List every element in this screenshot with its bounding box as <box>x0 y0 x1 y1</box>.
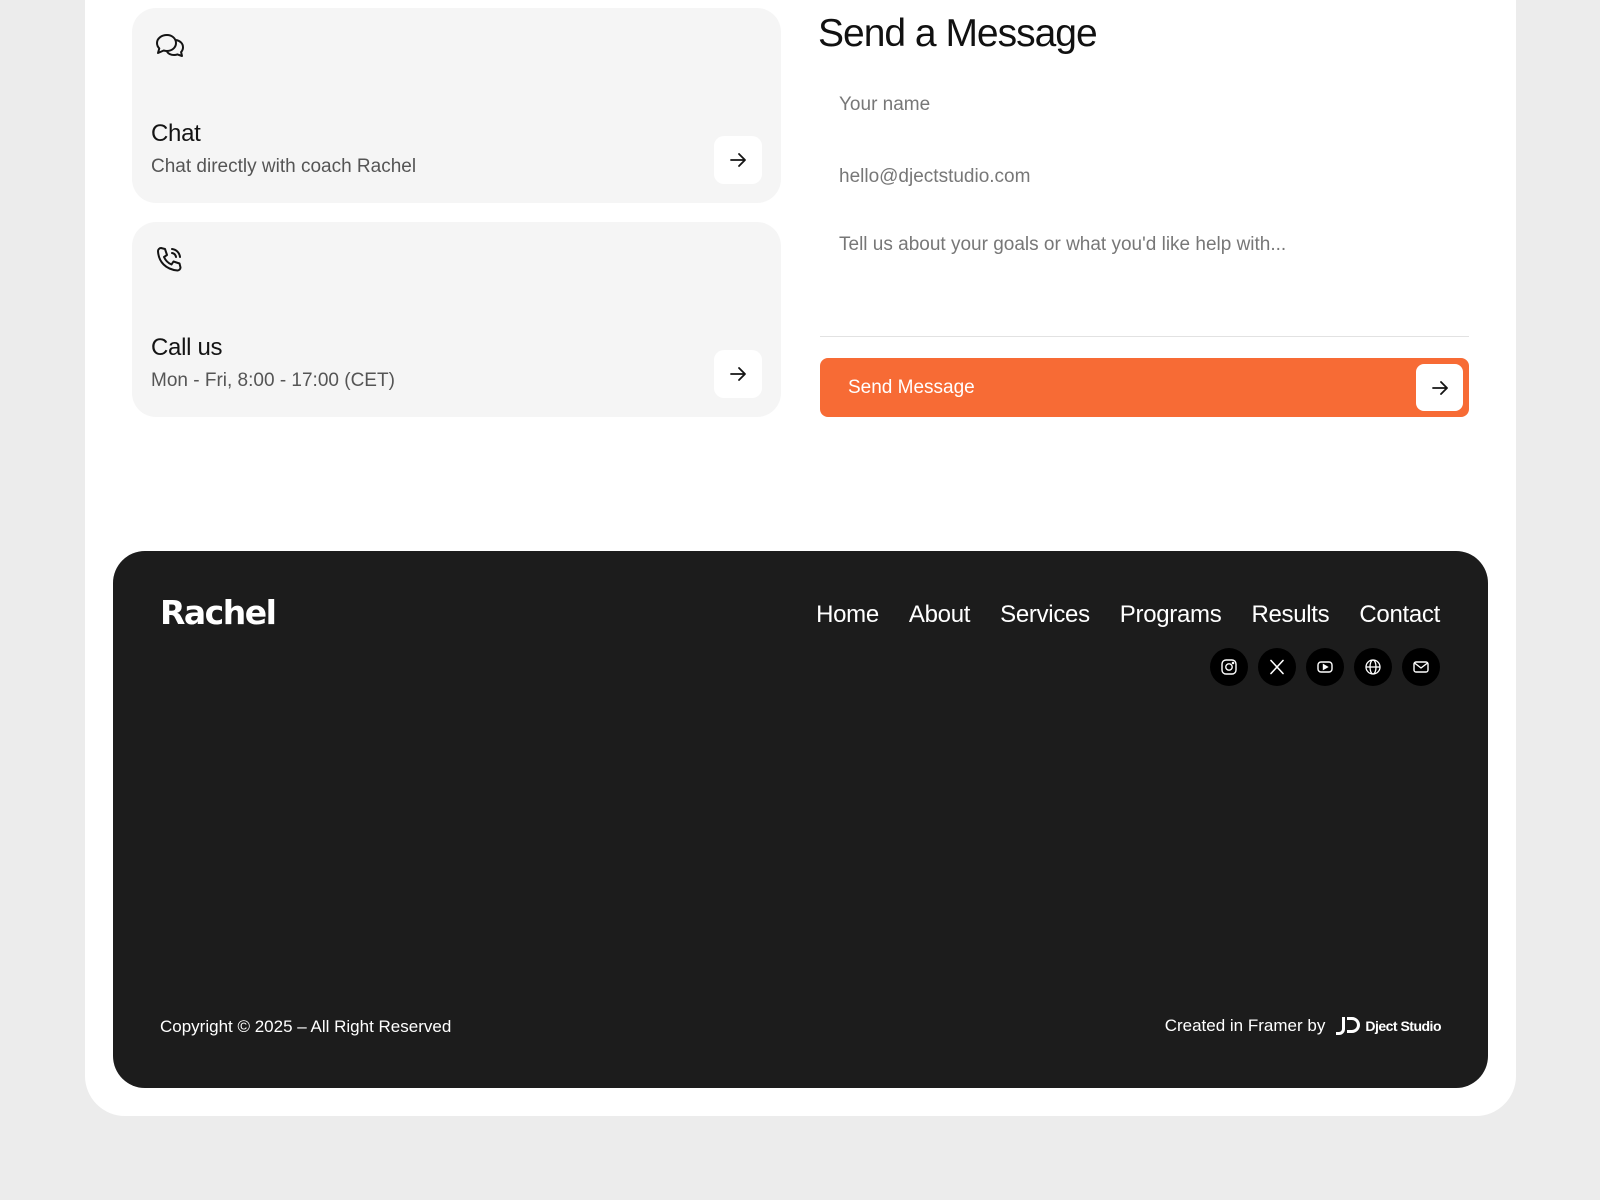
footer: Rachel Home About Services Programs Resu… <box>113 551 1488 1088</box>
send-message-label: Send Message <box>848 377 975 398</box>
call-card-subtitle: Mon - Fri, 8:00 - 17:00 (CET) <box>151 370 395 391</box>
call-card-title: Call us <box>151 334 223 361</box>
email-field[interactable] <box>820 160 1469 194</box>
footer-logo[interactable]: Rachel <box>160 593 277 632</box>
dject-studio-logo[interactable]: Dject Studio <box>1335 1015 1441 1037</box>
form-divider <box>820 336 1469 337</box>
nav-link-services[interactable]: Services <box>1000 601 1090 629</box>
chat-card-title: Chat <box>151 120 201 147</box>
arrow-right-icon <box>1416 364 1463 411</box>
arrow-right-icon <box>730 367 746 381</box>
copyright-text: Copyright © 2025 – All Right Reserved <box>160 1017 452 1036</box>
nav-link-about[interactable]: About <box>909 601 971 629</box>
nav-link-home[interactable]: Home <box>816 601 879 629</box>
credit: Created in Framer by Dject Studio <box>1165 1015 1441 1037</box>
x-icon[interactable] <box>1258 648 1296 686</box>
credit-prefix: Created in Framer by <box>1164 1016 1326 1035</box>
footer-nav: Home About Services Programs Results Con… <box>816 601 1440 629</box>
chat-card-subtitle: Chat directly with coach Rachel <box>151 156 417 177</box>
credit-brand: Dject Studio <box>1365 1018 1441 1034</box>
youtube-icon[interactable] <box>1306 648 1344 686</box>
message-field[interactable] <box>820 234 1469 324</box>
nav-link-results[interactable]: Results <box>1251 601 1329 629</box>
arrow-right-icon <box>730 153 746 167</box>
chat-card[interactable]: Chat Chat directly with coach Rachel <box>132 8 781 203</box>
instagram-icon[interactable] <box>1210 648 1248 686</box>
form-title: Send a Message <box>818 12 1098 55</box>
globe-icon[interactable] <box>1354 648 1392 686</box>
name-field[interactable] <box>820 88 1469 122</box>
chat-bubbles-icon <box>152 28 188 64</box>
social-links <box>1210 648 1440 686</box>
mail-icon[interactable] <box>1402 648 1440 686</box>
call-arrow-button[interactable] <box>714 350 762 398</box>
chat-arrow-button[interactable] <box>714 136 762 184</box>
phone-call-icon <box>152 242 188 278</box>
send-message-button[interactable]: Send Message <box>820 358 1469 417</box>
dject-logo-icon <box>1336 1017 1361 1035</box>
nav-link-programs[interactable]: Programs <box>1120 601 1222 629</box>
nav-link-contact[interactable]: Contact <box>1359 601 1440 629</box>
call-card[interactable]: Call us Mon - Fri, 8:00 - 17:00 (CET) <box>132 222 781 417</box>
